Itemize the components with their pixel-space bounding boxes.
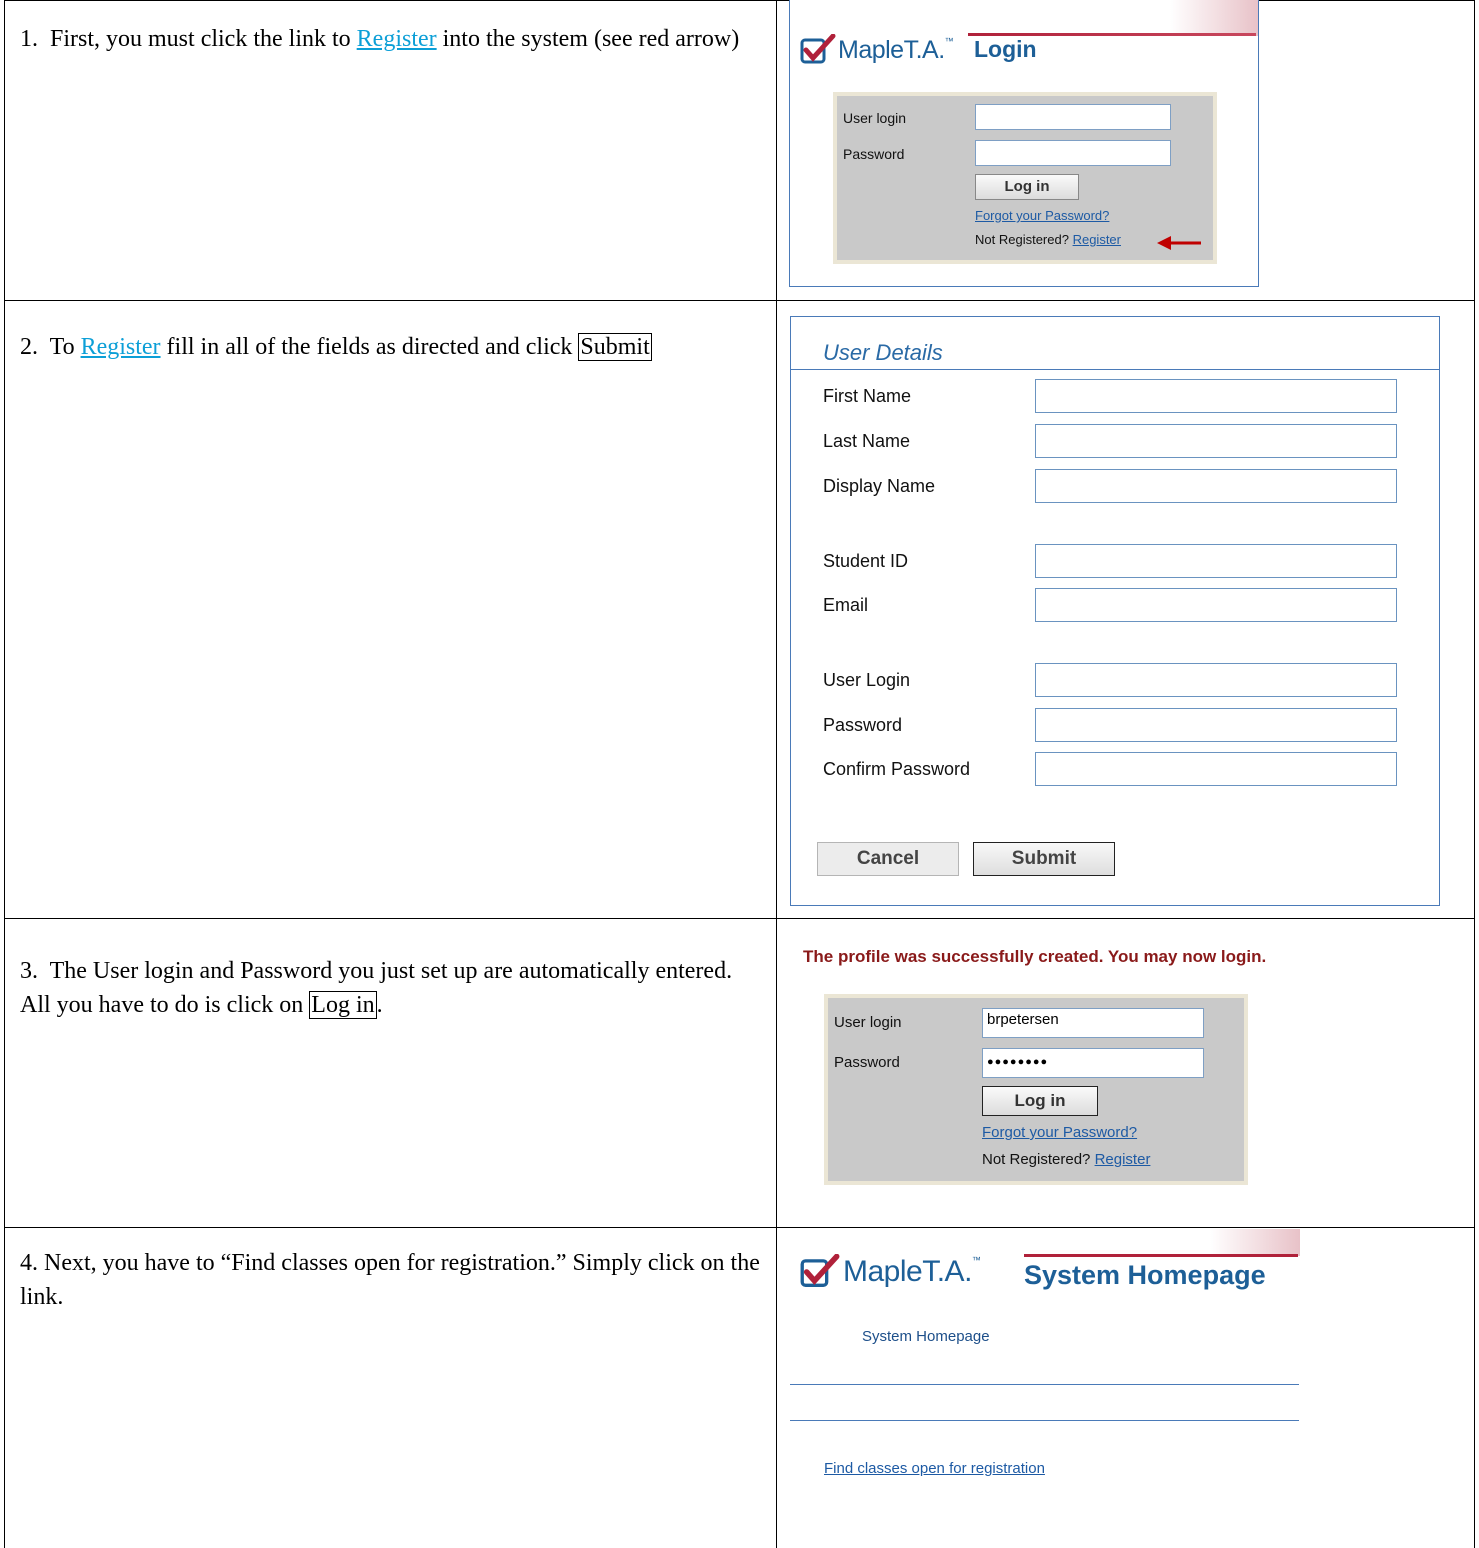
maple-ta-logo: MapleT.A.™ <box>800 1254 981 1290</box>
logo-tm: ™ <box>944 35 954 46</box>
logo-ta-text: T.A. <box>922 1255 972 1288</box>
email-label: Email <box>823 595 869 615</box>
user-details-screenshot: User Details First Name Last Name Displa… <box>790 316 1440 906</box>
confirm-password-input[interactable] <box>1035 752 1397 786</box>
step-number: 3. <box>20 958 38 984</box>
step-number: 1. <box>20 26 38 52</box>
password-input[interactable] <box>975 140 1171 166</box>
step-2-text: 2. To Register fill in all of the fields… <box>20 330 760 364</box>
table-border-right <box>1474 0 1475 1548</box>
checkmark-logo-icon <box>800 34 836 64</box>
divider <box>790 1420 1299 1421</box>
prefilled-login-form: User login brpetersen Password ●●●●●●●● … <box>824 994 1248 1185</box>
password-input[interactable] <box>1035 708 1397 742</box>
step-4-text: 4. Next, you have to “Find classes open … <box>20 1246 760 1314</box>
header-fade <box>1210 1229 1300 1256</box>
user-login-label: User login <box>834 1014 902 1031</box>
logo-maple-text: Maple <box>843 1255 923 1288</box>
register-link[interactable]: Register <box>357 26 437 52</box>
not-registered-text: Not Registered? <box>982 1151 1091 1168</box>
row-divider-3 <box>4 1227 1475 1228</box>
first-name-input[interactable] <box>1035 379 1397 413</box>
submit-button[interactable]: Submit <box>973 842 1115 876</box>
red-arrow-icon <box>1157 236 1201 250</box>
divider <box>790 1384 1299 1385</box>
confirm-password-label: Confirm Password <box>823 759 971 779</box>
user-login-input[interactable] <box>1035 663 1397 697</box>
row-divider-2 <box>4 918 1475 919</box>
password-label: Password <box>843 146 905 162</box>
last-name-label: Last Name <box>823 431 911 451</box>
user-login-input[interactable]: brpetersen <box>982 1008 1204 1038</box>
user-login-label: User Login <box>823 670 911 690</box>
register-link[interactable]: Register <box>1073 232 1121 247</box>
login-button[interactable]: Log in <box>982 1086 1098 1116</box>
step-text: First, you must click the link to <box>50 26 357 52</box>
student-id-input[interactable] <box>1035 544 1397 578</box>
register-link[interactable]: Register <box>1095 1151 1151 1168</box>
page-title: System Homepage <box>1024 1260 1266 1290</box>
column-divider <box>776 0 777 1548</box>
student-id-label: Student ID <box>823 551 909 571</box>
login-button[interactable]: Log in <box>975 174 1079 200</box>
header-red-bar <box>1024 1254 1298 1257</box>
breadcrumb[interactable]: System Homepage <box>862 1328 990 1345</box>
login-screenshot: MapleT.A.™ Login User login Password Log… <box>789 0 1259 287</box>
email-input[interactable] <box>1035 588 1397 622</box>
first-name-label: First Name <box>823 386 912 406</box>
register-link[interactable]: Register <box>81 334 161 360</box>
step-3-text: 3. The User login and Password you just … <box>20 954 760 1022</box>
last-name-input[interactable] <box>1035 424 1397 458</box>
step-1-text: 1. First, you must click the link to Reg… <box>20 22 760 56</box>
display-name-input[interactable] <box>1035 469 1397 503</box>
row-divider-1 <box>4 300 1475 301</box>
not-registered-text: Not Registered? <box>975 232 1069 247</box>
user-login-label: User login <box>843 110 907 126</box>
login-reference: Log in <box>309 991 377 1019</box>
password-label: Password <box>834 1054 900 1071</box>
step-number: 2. <box>20 334 38 360</box>
header-fade <box>1170 0 1258 36</box>
logo-maple-text: Maple <box>838 35 904 64</box>
submit-reference: Submit <box>578 333 652 361</box>
checkmark-logo-icon <box>800 1254 840 1287</box>
display-name-label: Display Name <box>823 476 936 496</box>
step-number: 4. <box>20 1250 38 1276</box>
cancel-button[interactable]: Cancel <box>817 842 959 876</box>
page-title: Login <box>974 36 1037 62</box>
success-message: The profile was successfully created. Yo… <box>803 947 1267 966</box>
step-text: To <box>49 334 81 360</box>
login-form: User login Password Log in Forgot your P… <box>833 92 1217 264</box>
user-details-title: User Details <box>823 340 943 365</box>
step-text: fill in all of the fields as directed an… <box>160 334 579 360</box>
step-text: Next, you have to “Find classes open for… <box>20 1250 760 1310</box>
user-login-input[interactable] <box>975 104 1171 130</box>
maple-ta-logo: MapleT.A.™ <box>800 34 954 66</box>
forgot-password-link[interactable]: Forgot your Password? <box>982 1124 1137 1141</box>
find-classes-link[interactable]: Find classes open for registration <box>824 1460 1045 1477</box>
logo-tm: ™ <box>971 1255 981 1265</box>
step-text: . <box>376 992 383 1018</box>
forgot-password-link[interactable]: Forgot your Password? <box>975 208 1109 223</box>
password-input[interactable]: ●●●●●●●● <box>982 1048 1204 1078</box>
logo-ta-text: T.A. <box>903 35 946 64</box>
step-text: into the system (see red arrow) <box>436 26 740 52</box>
password-label: Password <box>823 715 903 735</box>
